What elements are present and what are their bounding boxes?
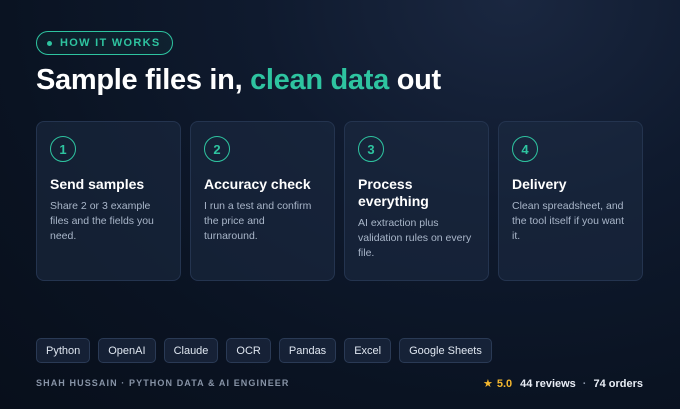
step-number-2: 2 xyxy=(204,136,230,162)
rating-value: 5.0 xyxy=(496,377,513,390)
star-icon: ★ xyxy=(482,378,493,390)
badge-label: HOW IT WORKS xyxy=(60,37,161,49)
step-card-4: 4 Delivery Clean spreadsheet, and the to… xyxy=(498,121,643,281)
review-count: 44 reviews xyxy=(520,377,576,390)
step-number-3: 3 xyxy=(358,136,384,162)
step-number-1: 1 xyxy=(50,136,76,162)
tag-openai: OpenAI xyxy=(98,338,156,363)
step-description-4: Clean spreadsheet, and the tool itself i… xyxy=(512,200,625,242)
headline-part1: Sample files in, xyxy=(36,64,251,96)
how-it-works-badge: HOW IT WORKS xyxy=(36,31,173,55)
tag-pandas: Pandas xyxy=(278,338,337,363)
tag-python: Python xyxy=(36,338,91,363)
tag-claude: Claude xyxy=(163,338,219,363)
step-card-2: 2 Accuracy check I run a test and confir… xyxy=(190,121,335,281)
rating-summary: ★ 5.0 44 reviews · 74 orders xyxy=(482,377,643,391)
step-card-3: 3 Process everything AI extraction plus … xyxy=(344,121,489,281)
page-title: Sample files in, clean data out xyxy=(36,64,441,97)
tech-tags: Python OpenAI Claude OCR Pandas Excel Go… xyxy=(36,338,492,363)
tag-ocr: OCR xyxy=(226,338,271,363)
step-description-1: Share 2 or 3 example files and the field… xyxy=(50,200,154,242)
step-title-1: Send samples xyxy=(50,176,145,192)
separator: · xyxy=(582,377,587,390)
tag-excel: Excel xyxy=(344,338,392,363)
step-description-2: I run a test and confirm the price and t… xyxy=(204,200,312,242)
headline-accent: clean data xyxy=(250,64,389,96)
step-number-4: 4 xyxy=(512,136,538,162)
step-title-2: Accuracy check xyxy=(204,176,311,192)
steps-row: 1 Send samples Share 2 or 3 example file… xyxy=(36,121,643,281)
author-byline: SHAH HUSSAIN · PYTHON DATA & AI ENGINEER xyxy=(36,378,290,388)
order-count: 74 orders xyxy=(593,377,643,390)
step-title-3: Process everything xyxy=(358,176,429,209)
step-title-4: Delivery xyxy=(512,176,567,192)
step-description-3: AI extraction plus validation rules on e… xyxy=(358,217,472,259)
headline-part2: out xyxy=(388,64,442,96)
dot-icon xyxy=(47,40,52,46)
tag-google-sheets: Google Sheets xyxy=(399,338,492,363)
step-card-1: 1 Send samples Share 2 or 3 example file… xyxy=(36,121,181,281)
